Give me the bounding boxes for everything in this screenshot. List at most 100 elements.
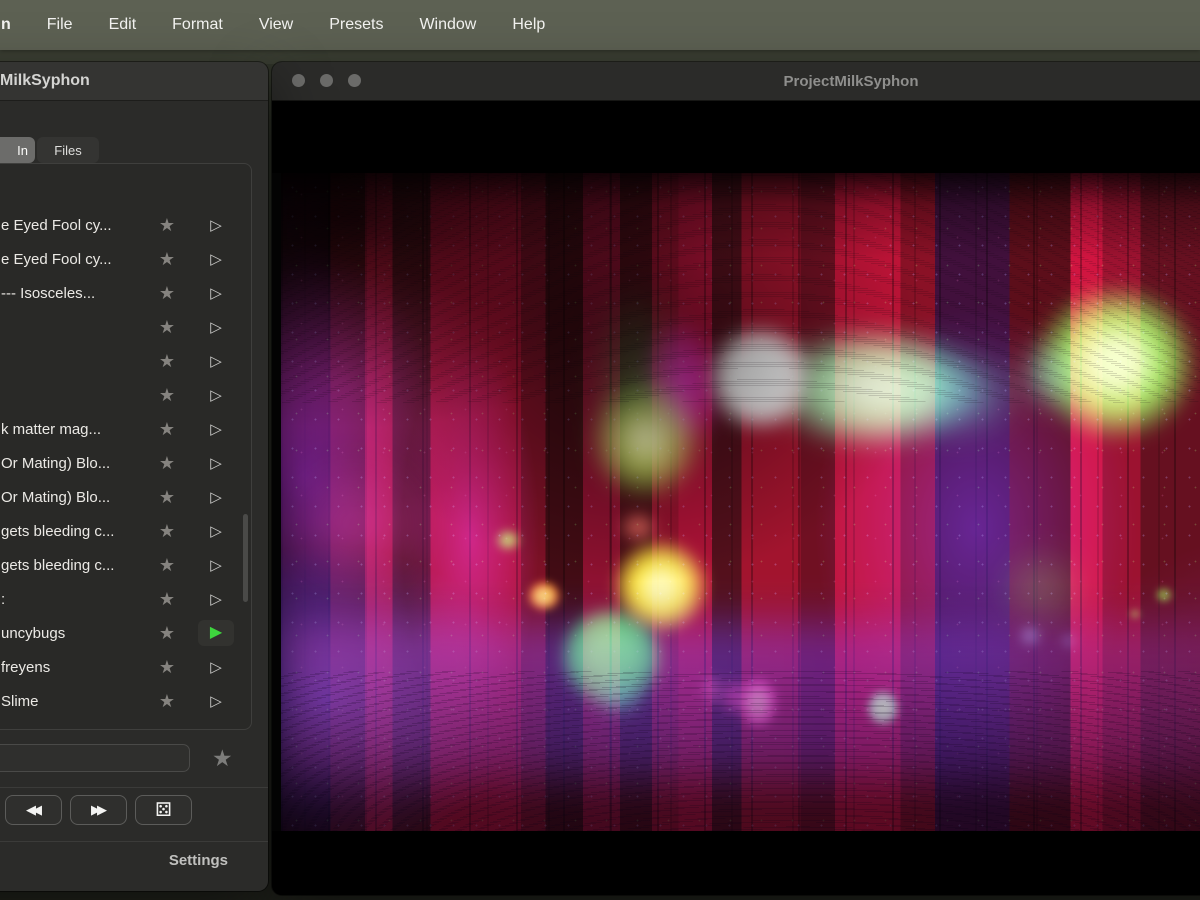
preset-row[interactable]: freyens ★ ▷ (0, 650, 251, 684)
star-icon: ★ (159, 522, 175, 540)
preset-row[interactable]: gets bleeding c... ★ ▷ (0, 514, 251, 548)
play-button[interactable]: ▷ (193, 280, 239, 306)
star-icon: ★ (159, 318, 175, 336)
play-button[interactable]: ▷ (193, 314, 239, 340)
tab-files[interactable]: Files (37, 137, 99, 163)
app-menu-partial[interactable]: n (0, 16, 11, 34)
milkdrop-visualization (281, 173, 1200, 831)
favorite-star-icon[interactable]: ★ (141, 454, 193, 472)
menu-item-presets[interactable]: Presets (329, 16, 383, 34)
play-button[interactable]: ▷ (193, 688, 239, 714)
screen: n File Edit Format View Presets Window Help Pr… (0, 0, 1200, 900)
play-button[interactable]: ▷ (193, 212, 239, 238)
visualizer-content (272, 101, 1200, 895)
divider (0, 841, 268, 842)
favorite-star-icon[interactable]: ★ (141, 352, 193, 370)
settings-button[interactable]: Settings (169, 852, 228, 869)
favorite-star-icon[interactable]: ★ (141, 318, 193, 336)
favorite-star-icon[interactable]: ★ (141, 624, 193, 642)
preset-row[interactable]: ★ ▷ (0, 344, 251, 378)
favorite-star-icon[interactable]: ★ (141, 216, 193, 234)
favorite-star-icon[interactable]: ★ (141, 250, 193, 268)
zoom-button[interactable] (348, 74, 361, 87)
preset-row[interactable]: --- Isosceles... ★ ▷ (0, 276, 251, 310)
play-icon: ▷ (210, 592, 222, 607)
preset-row[interactable]: e Eyed Fool cy... ★ ▷ (0, 208, 251, 242)
close-button[interactable] (292, 74, 305, 87)
viz-shading-layer (281, 173, 1200, 831)
star-icon: ★ (159, 352, 175, 370)
letterbox-top (272, 101, 1200, 173)
preset-row[interactable]: Or Mating) Blo... ★ ▷ (0, 480, 251, 514)
preset-row[interactable]: gets bleeding c... ★ ▷ (0, 548, 251, 582)
tab-built-in[interactable]: In (0, 137, 35, 163)
preset-row[interactable]: uncybugs ★ ▶ (0, 616, 251, 650)
menu-items: File Edit Format View Presets Window Help (47, 16, 545, 34)
play-icon: ▷ (210, 286, 222, 301)
play-button[interactable]: ▷ (193, 518, 239, 544)
next-preset-button[interactable]: ▶▶ (70, 795, 127, 825)
favorite-star-icon[interactable]: ★ (141, 658, 193, 676)
star-icon: ★ (159, 284, 175, 302)
star-icon: ★ (159, 488, 175, 506)
play-button[interactable]: ▷ (193, 586, 239, 612)
preset-row[interactable]: k matter mag... ★ ▷ (0, 412, 251, 446)
play-icon: ▷ (210, 660, 222, 675)
favorite-star-icon[interactable]: ★ (141, 556, 193, 574)
play-button[interactable]: ▷ (193, 552, 239, 578)
preset-row[interactable]: e Eyed Fool cy... ★ ▷ (0, 242, 251, 276)
play-icon: ▷ (210, 524, 222, 539)
search-input[interactable] (0, 744, 190, 772)
preset-name: --- Isosceles... (1, 285, 141, 302)
menu-item-format[interactable]: Format (172, 16, 223, 34)
menu-item-edit[interactable]: Edit (109, 16, 137, 34)
play-icon: ▷ (210, 218, 222, 233)
play-button[interactable]: ▷ (193, 246, 239, 272)
preset-name: e Eyed Fool cy... (1, 251, 141, 268)
play-button[interactable]: ▶ (193, 620, 239, 646)
favorite-star-icon[interactable]: ★ (141, 522, 193, 540)
menu-bar: n File Edit Format View Presets Window Help (0, 0, 1200, 50)
scrollbar-thumb[interactable] (243, 514, 248, 602)
visualizer-titlebar[interactable]: ProjectMilkSyphon (272, 62, 1200, 101)
preset-row[interactable]: ★ ▷ (0, 310, 251, 344)
play-button[interactable]: ▷ (193, 416, 239, 442)
play-button[interactable]: ▷ (193, 348, 239, 374)
minimize-button[interactable] (320, 74, 333, 87)
visualizer-window: ProjectMilkSyphon (272, 62, 1200, 895)
preset-row[interactable]: ★ ▷ (0, 378, 251, 412)
preset-row[interactable]: Or Mating) Blo... ★ ▷ (0, 446, 251, 480)
dice-icon: ⚄ (155, 799, 172, 822)
menu-item-file[interactable]: File (47, 16, 73, 34)
favorite-star-icon[interactable]: ★ (141, 590, 193, 608)
preset-name: freyens (1, 659, 141, 676)
play-button[interactable]: ▷ (193, 484, 239, 510)
play-icon: ▷ (210, 252, 222, 267)
preset-source-tabs: In Files (0, 137, 99, 163)
favorite-star-icon[interactable]: ★ (141, 420, 193, 438)
favorite-star-icon[interactable]: ★ (141, 386, 193, 404)
favorites-filter-star-icon[interactable]: ★ (212, 747, 233, 770)
preset-row[interactable]: : ★ ▷ (0, 582, 251, 616)
menu-item-help[interactable]: Help (512, 16, 545, 34)
star-icon: ★ (159, 590, 175, 608)
favorite-star-icon[interactable]: ★ (141, 488, 193, 506)
previous-preset-button[interactable]: ◀◀ (5, 795, 62, 825)
favorite-star-icon[interactable]: ★ (141, 692, 193, 710)
play-button[interactable]: ▷ (193, 450, 239, 476)
divider (0, 787, 268, 788)
play-button[interactable]: ▷ (193, 382, 239, 408)
preset-rows: e Eyed Fool cy... ★ ▷ e Eyed Fool cy... … (0, 164, 251, 718)
play-button[interactable]: ▷ (193, 654, 239, 680)
menu-item-view[interactable]: View (259, 16, 293, 34)
play-icon: ▷ (210, 456, 222, 471)
star-icon: ★ (159, 454, 175, 472)
window-title: ProjectMilkSyphon (272, 73, 1200, 90)
preset-name: uncybugs (1, 625, 141, 642)
preset-row[interactable]: Slime ★ ▷ (0, 684, 251, 718)
favorite-star-icon[interactable]: ★ (141, 284, 193, 302)
panel-titlebar[interactable]: MilkSyphon (0, 62, 268, 101)
menu-item-window[interactable]: Window (419, 16, 476, 34)
random-preset-button[interactable]: ⚄ (135, 795, 192, 825)
play-icon: ▶ (210, 625, 222, 641)
